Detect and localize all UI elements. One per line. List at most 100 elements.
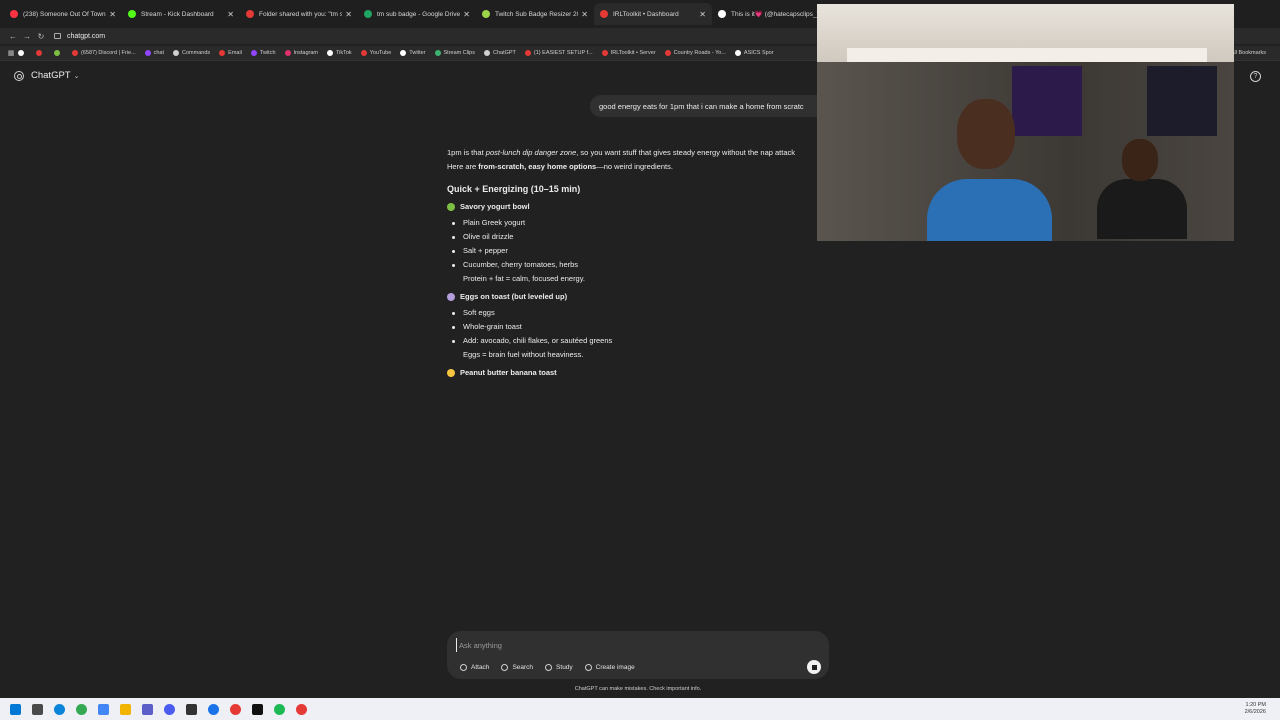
tab-favicon-icon (600, 10, 608, 18)
tab-favicon-icon (482, 10, 490, 18)
bookmark-item[interactable]: TikTok (326, 50, 352, 56)
site-info-icon[interactable] (54, 33, 61, 39)
browser-tab[interactable]: Folder shared with you: "tm sub ✕ (240, 3, 358, 25)
file-explorer-icon[interactable] (120, 703, 131, 715)
tab-favicon-icon (364, 10, 372, 18)
book-icon (545, 664, 553, 671)
edge-icon[interactable] (54, 703, 65, 715)
task-view-icon[interactable] (32, 703, 43, 715)
model-selector[interactable]: ChatGPT ⌄ (14, 70, 79, 81)
attach-button[interactable]: Attach (455, 661, 494, 674)
forward-arrow-icon[interactable]: → (20, 32, 34, 41)
spotify-icon[interactable] (274, 703, 285, 715)
close-tab-icon[interactable]: ✕ (463, 10, 470, 19)
bookmark-favicon-icon (250, 50, 257, 56)
list-item: Salt + pepper (447, 244, 827, 258)
opera-icon[interactable] (230, 703, 241, 715)
assistant-message: 1pm is that post-lunch dip danger zone, … (447, 146, 827, 382)
webcam-streamer-head (957, 99, 1015, 169)
bookmark-favicon-icon (664, 50, 671, 56)
tab-favicon-icon (718, 10, 726, 18)
webcam-overlay (817, 4, 1234, 241)
bookmark-item[interactable]: Twitter (400, 50, 426, 56)
bookmark-item[interactable]: YouTube (360, 50, 391, 56)
bookmark-favicon-icon (173, 50, 180, 56)
bookmark-item[interactable]: Email (219, 50, 242, 56)
stop-icon (811, 664, 817, 670)
section-title: Eggs on toast (but leveled up) (447, 290, 827, 304)
create-image-button[interactable]: Create image (580, 661, 640, 674)
close-tab-icon[interactable]: ✕ (345, 10, 352, 19)
teams-icon[interactable] (142, 703, 153, 715)
bookmark-item[interactable]: Twitch (250, 50, 276, 56)
bookmark-favicon-icon (326, 50, 333, 56)
bookmark-favicon-icon (284, 50, 291, 56)
answer-intro-line: 1pm is that post-lunch dip danger zone, … (447, 148, 796, 157)
system-clock[interactable]: 1:20 PM 2/6/2026 (1245, 702, 1266, 716)
bookmark-favicon-icon (524, 50, 531, 56)
user-message-text: good energy eats for 1pm that i can make… (599, 102, 804, 111)
apps-grid-icon[interactable]: ▦ (4, 49, 18, 57)
stop-generating-button[interactable] (807, 660, 821, 674)
webcam-person-head (1122, 139, 1158, 181)
paperclip-icon (460, 664, 467, 671)
message-composer: Attach Search Study Create image (447, 631, 829, 679)
bookmark-item[interactable]: Instagram (284, 50, 318, 56)
browser-tab[interactable]: Twitch Sub Badge Resizer 2026 ✕ (476, 3, 594, 25)
bookmark-item[interactable] (18, 50, 27, 56)
browser-tab[interactable]: tm sub badge - Google Drive ✕ (358, 3, 476, 25)
study-button[interactable]: Study (540, 661, 578, 674)
app-icon[interactable] (186, 703, 197, 715)
close-tab-icon[interactable]: ✕ (581, 10, 588, 19)
browser-tab-active[interactable]: IRLToolkit • Dashboard ✕ (594, 3, 712, 25)
browser-tab[interactable]: (238) Someone Out Of Town - ✕ (4, 3, 122, 25)
bookmark-favicon-icon (72, 50, 78, 56)
bookmark-item[interactable]: (6587) Discord | Frie... (72, 50, 136, 56)
chrome-alt-icon[interactable] (296, 703, 307, 715)
browser-tab[interactable]: This is it💗 (@hatecapsclips_) (712, 3, 830, 25)
bookmark-item[interactable]: ChatGPT (483, 50, 516, 56)
bookmark-favicon-icon (36, 50, 42, 56)
capcut-icon[interactable] (252, 703, 263, 715)
webcam-streamer (927, 99, 1057, 241)
reload-icon[interactable]: ↻ (34, 32, 48, 41)
bookmark-item[interactable] (54, 50, 63, 56)
help-icon[interactable]: ? (1250, 71, 1261, 82)
bookmark-item[interactable]: Country Roads - Yo... (664, 50, 726, 56)
tab-favicon-icon (10, 10, 18, 18)
close-tab-icon[interactable]: ✕ (699, 10, 706, 19)
bookmark-item[interactable]: (1) EASIEST SETUP f... (524, 50, 593, 56)
store-icon[interactable] (98, 703, 109, 715)
list-item: Plain Greek yogurt (447, 216, 827, 230)
browser-tab[interactable]: Stream - Kick Dashboard ✕ (122, 3, 240, 25)
windows-start-icon[interactable] (10, 703, 21, 715)
bookmark-favicon-icon (734, 50, 741, 56)
address-bar[interactable]: chatgpt.com (54, 33, 105, 40)
chatgpt-logo-icon (14, 70, 24, 81)
back-arrow-icon[interactable]: ← (6, 32, 20, 41)
discord-icon[interactable] (164, 703, 175, 715)
egg-icon (447, 293, 455, 301)
ingredient-list: Plain Greek yogurt Olive oil drizzle Sal… (447, 216, 827, 272)
bookmark-item[interactable]: chat (144, 50, 164, 56)
bookmark-favicon-icon (483, 50, 490, 56)
all-bookmarks-link[interactable]: All Bookmarks (1231, 50, 1266, 56)
bookmark-item[interactable]: ASICS Spor (734, 50, 774, 56)
bookmark-item[interactable]: Commands (173, 50, 210, 56)
close-tab-icon[interactable]: ✕ (227, 10, 234, 19)
bookmark-item[interactable]: IRLToolkit • Server (601, 50, 656, 56)
section-note: Eggs = brain fuel without heaviness. (463, 350, 584, 359)
chrome-icon[interactable] (76, 703, 87, 715)
prompt-input[interactable] (456, 638, 786, 652)
section-title: Savory yogurt bowl (447, 200, 827, 214)
close-tab-icon[interactable]: ✕ (109, 10, 116, 19)
app-title: ChatGPT (31, 70, 71, 81)
bookmark-item[interactable] (36, 50, 45, 56)
image-icon (584, 664, 592, 671)
chrome-profile-icon[interactable] (208, 703, 219, 715)
search-button[interactable]: Search (496, 661, 538, 674)
bookmark-favicon-icon (601, 50, 608, 56)
chevron-down-icon: ⌄ (73, 72, 80, 80)
bookmark-item[interactable]: Stream Clips (434, 50, 475, 56)
address-url: chatgpt.com (67, 32, 106, 40)
